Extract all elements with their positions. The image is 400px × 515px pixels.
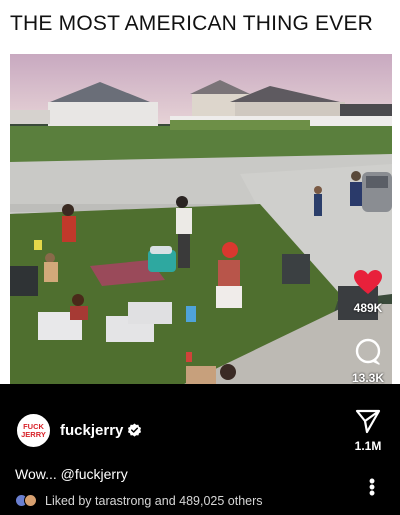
heart-icon <box>354 270 382 294</box>
comment-button[interactable]: 13.3K <box>346 338 390 385</box>
account-avatar[interactable]: FUCK JERRY <box>17 414 50 447</box>
account-username[interactable]: fuckjerry <box>60 422 123 439</box>
video-frame[interactable] <box>10 54 392 386</box>
comment-icon <box>355 338 381 365</box>
more-options-button[interactable]: • • • <box>362 472 382 502</box>
paper-plane-icon <box>355 409 381 434</box>
liked-by-row[interactable]: Liked by tarastrong and 489,025 others <box>15 494 263 508</box>
liked-by-text: Liked by tarastrong and 489,025 others <box>45 494 263 508</box>
headline-text: THE MOST AMERICAN THING EVER <box>0 0 400 54</box>
post-caption: Wow... @fuckjerry <box>15 466 128 482</box>
comment-count: 13.3K <box>351 371 385 385</box>
liker-avatar <box>24 494 37 507</box>
share-count: 1.1M <box>354 439 382 453</box>
like-count: 489K <box>353 301 383 315</box>
like-button[interactable]: 489K <box>346 270 390 315</box>
verified-badge-icon <box>127 423 142 437</box>
share-button[interactable]: 1.1M <box>346 408 390 453</box>
video-scene <box>10 54 392 386</box>
more-vertical-icon: • • • <box>368 471 376 503</box>
avatar-text-bottom: JERRY <box>21 429 46 439</box>
liker-avatars <box>15 494 39 508</box>
